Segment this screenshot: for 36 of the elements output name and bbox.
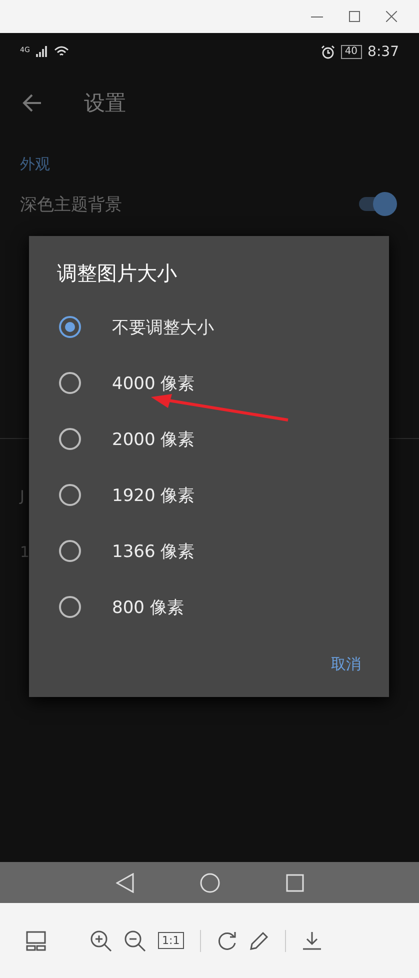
option-label[interactable]: 1920 像素 [112, 484, 195, 506]
section-header: 外观 [19, 154, 51, 175]
radio-button[interactable] [59, 484, 81, 506]
setting-text: J [20, 487, 24, 505]
option-label[interactable]: 1366 像素 [112, 540, 195, 562]
toggle-switch[interactable] [357, 192, 397, 216]
actual-size-button[interactable]: 1:1 [158, 932, 184, 949]
clock: 8:37 [368, 44, 399, 60]
option-label[interactable]: 800 像素 [112, 596, 184, 618]
signal-icon [36, 46, 48, 57]
radio-button[interactable] [59, 596, 81, 618]
setting-label: 深色主题背景 [20, 194, 122, 216]
back-icon[interactable] [22, 94, 42, 112]
layout-icon[interactable] [26, 930, 46, 950]
recents-icon[interactable] [286, 874, 304, 892]
battery-level: 40 [340, 44, 362, 58]
option-label[interactable]: 不要调整大小 [112, 316, 214, 338]
radio-button[interactable] [59, 428, 81, 450]
maximize-icon[interactable] [349, 11, 360, 22]
option-label[interactable]: 2000 像素 [112, 428, 195, 450]
radio-button[interactable] [59, 540, 81, 562]
radio-button[interactable] [59, 372, 81, 394]
download-icon[interactable] [302, 930, 322, 950]
option-label[interactable]: 4000 像素 [112, 372, 195, 394]
page-title: 设置 [84, 90, 126, 116]
alarm-icon [320, 44, 335, 58]
home-icon[interactable] [200, 872, 220, 892]
pencil-icon[interactable] [248, 930, 269, 950]
minimize-icon[interactable] [311, 16, 323, 18]
wifi-icon [54, 46, 69, 57]
dialog-title: 调整图片大小 [56, 260, 178, 287]
zoom-out-icon[interactable] [124, 930, 146, 952]
rotate-icon[interactable] [216, 930, 237, 950]
zoom-in-icon[interactable] [90, 930, 112, 952]
radio-button[interactable] [59, 316, 81, 338]
close-icon[interactable] [386, 11, 397, 22]
